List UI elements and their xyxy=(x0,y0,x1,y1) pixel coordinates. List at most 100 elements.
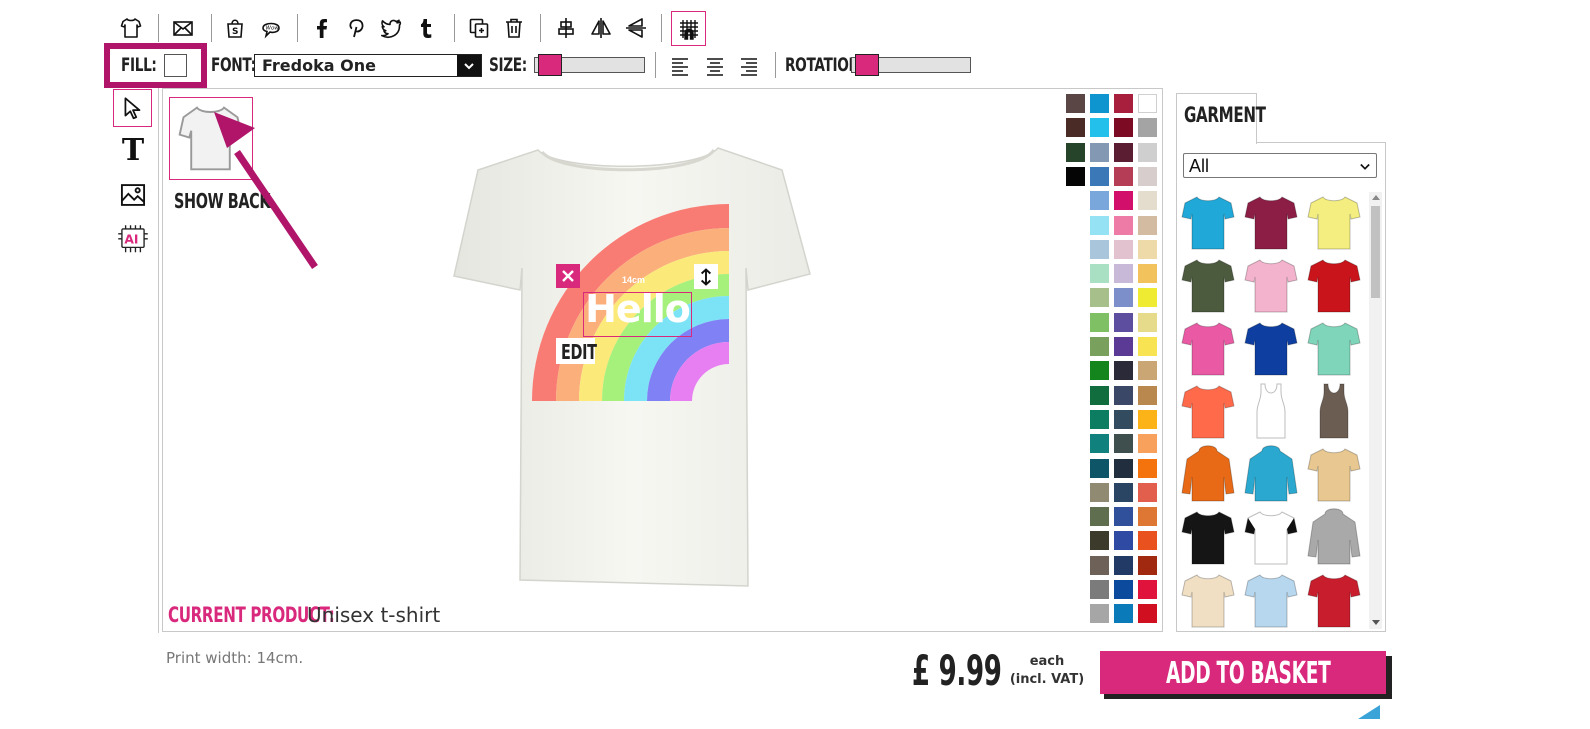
text-tool-icon[interactable]: T xyxy=(116,134,150,168)
align-left-icon[interactable] xyxy=(666,52,694,80)
color-swatch[interactable] xyxy=(1138,483,1157,502)
color-swatch[interactable] xyxy=(1114,288,1133,307)
color-swatch[interactable] xyxy=(1138,531,1157,550)
color-swatch[interactable] xyxy=(1090,118,1109,137)
color-swatch[interactable] xyxy=(1090,143,1109,162)
garment-scrollbar[interactable] xyxy=(1369,192,1382,629)
color-swatch[interactable] xyxy=(1066,167,1085,186)
color-swatch[interactable] xyxy=(1138,240,1157,259)
color-swatch[interactable] xyxy=(1114,216,1133,235)
color-swatch[interactable] xyxy=(1138,459,1157,478)
garment-thumbnail[interactable] xyxy=(1307,382,1361,440)
color-swatch[interactable] xyxy=(1090,556,1109,575)
color-swatch[interactable] xyxy=(1138,216,1157,235)
image-tool-icon[interactable] xyxy=(119,181,147,209)
color-swatch[interactable] xyxy=(1138,143,1157,162)
color-swatch[interactable] xyxy=(1114,434,1133,453)
garment-thumbnail[interactable] xyxy=(1181,508,1235,566)
color-swatch[interactable] xyxy=(1114,580,1133,599)
twitter-icon[interactable] xyxy=(377,14,405,42)
scrollbar-thumb[interactable] xyxy=(1371,206,1380,298)
duplicate-icon[interactable] xyxy=(465,14,493,42)
color-swatch[interactable] xyxy=(1138,167,1157,186)
wow-bubble-icon[interactable]: Wow xyxy=(257,14,285,42)
color-swatch[interactable] xyxy=(1138,313,1157,332)
color-swatch[interactable] xyxy=(1090,167,1109,186)
color-swatch[interactable] xyxy=(1138,94,1157,113)
color-swatch[interactable] xyxy=(1138,386,1157,405)
color-swatch[interactable] xyxy=(1114,240,1133,259)
color-swatch[interactable] xyxy=(1138,604,1157,623)
color-swatch[interactable] xyxy=(1090,337,1109,356)
color-swatch[interactable] xyxy=(1114,191,1133,210)
garment-thumbnail[interactable] xyxy=(1181,319,1235,377)
rotation-slider-handle[interactable] xyxy=(854,54,879,76)
color-swatch[interactable] xyxy=(1090,580,1109,599)
grid-snap-icon[interactable] xyxy=(675,15,703,43)
garment-thumbnail[interactable] xyxy=(1307,319,1361,377)
garment-thumbnail[interactable] xyxy=(1244,571,1298,629)
color-swatch[interactable] xyxy=(1114,143,1133,162)
garment-thumbnail[interactable] xyxy=(1307,256,1361,314)
tumblr-icon[interactable] xyxy=(412,14,440,42)
color-swatch[interactable] xyxy=(1066,143,1085,162)
color-swatch[interactable] xyxy=(1090,459,1109,478)
pinterest-icon[interactable] xyxy=(342,14,370,42)
size-slider-handle[interactable] xyxy=(537,54,562,76)
facebook-icon[interactable] xyxy=(308,14,336,42)
garment-thumbnail[interactable] xyxy=(1181,382,1235,440)
color-swatch[interactable] xyxy=(1090,434,1109,453)
envelope-icon[interactable] xyxy=(169,14,197,42)
color-swatch[interactable] xyxy=(1114,531,1133,550)
color-swatch[interactable] xyxy=(1114,483,1133,502)
flip-horizontal-icon[interactable] xyxy=(587,14,615,42)
color-swatch[interactable] xyxy=(1114,118,1133,137)
color-swatch[interactable] xyxy=(1090,94,1109,113)
flip-vertical-icon[interactable] xyxy=(622,14,650,42)
pointer-tool-button[interactable] xyxy=(113,89,152,127)
color-swatch[interactable] xyxy=(1114,386,1133,405)
color-swatch[interactable] xyxy=(1114,507,1133,526)
garment-filter-select[interactable]: All xyxy=(1183,153,1377,178)
add-to-basket-button[interactable]: ADD TO BASKET xyxy=(1100,651,1386,694)
color-swatch[interactable] xyxy=(1090,531,1109,550)
color-swatch[interactable] xyxy=(1114,167,1133,186)
garment-thumbnail[interactable] xyxy=(1244,382,1298,440)
color-swatch[interactable] xyxy=(1090,288,1109,307)
color-swatch[interactable] xyxy=(1114,556,1133,575)
garment-thumbnail[interactable] xyxy=(1181,571,1235,629)
color-swatch[interactable] xyxy=(1138,556,1157,575)
garment-thumbnail[interactable] xyxy=(1244,508,1298,566)
resize-vertical-icon[interactable] xyxy=(694,264,718,289)
color-swatch[interactable] xyxy=(1090,483,1109,502)
scroll-down-arrow[interactable] xyxy=(1372,620,1380,625)
ai-tool-icon[interactable]: AI xyxy=(118,224,148,256)
color-swatch[interactable] xyxy=(1138,361,1157,380)
color-swatch[interactable] xyxy=(1090,264,1109,283)
color-swatch[interactable] xyxy=(1090,313,1109,332)
hello-design-text[interactable]: Hello xyxy=(583,287,692,331)
color-swatch[interactable] xyxy=(1090,361,1109,380)
chevron-down-icon[interactable] xyxy=(457,55,481,76)
tshirt-icon[interactable] xyxy=(117,14,145,42)
color-swatch[interactable] xyxy=(1138,337,1157,356)
color-swatch[interactable] xyxy=(1114,459,1133,478)
color-swatch[interactable] xyxy=(1090,386,1109,405)
color-swatch[interactable] xyxy=(1090,216,1109,235)
align-center-vertical-icon[interactable] xyxy=(552,14,580,42)
close-icon[interactable] xyxy=(556,264,580,288)
color-swatch[interactable] xyxy=(1114,94,1133,113)
trash-icon[interactable] xyxy=(500,14,528,42)
color-swatch[interactable] xyxy=(1066,118,1085,137)
color-swatch[interactable] xyxy=(1114,313,1133,332)
garment-thumbnail[interactable] xyxy=(1181,256,1235,314)
color-swatch[interactable] xyxy=(1138,434,1157,453)
color-swatch[interactable] xyxy=(1090,410,1109,429)
color-swatch[interactable] xyxy=(1138,118,1157,137)
color-swatch[interactable] xyxy=(1138,410,1157,429)
color-swatch[interactable] xyxy=(1138,191,1157,210)
garment-thumbnail[interactable] xyxy=(1307,445,1361,503)
color-swatch[interactable] xyxy=(1138,288,1157,307)
color-swatch[interactable] xyxy=(1114,264,1133,283)
color-swatch[interactable] xyxy=(1114,604,1133,623)
